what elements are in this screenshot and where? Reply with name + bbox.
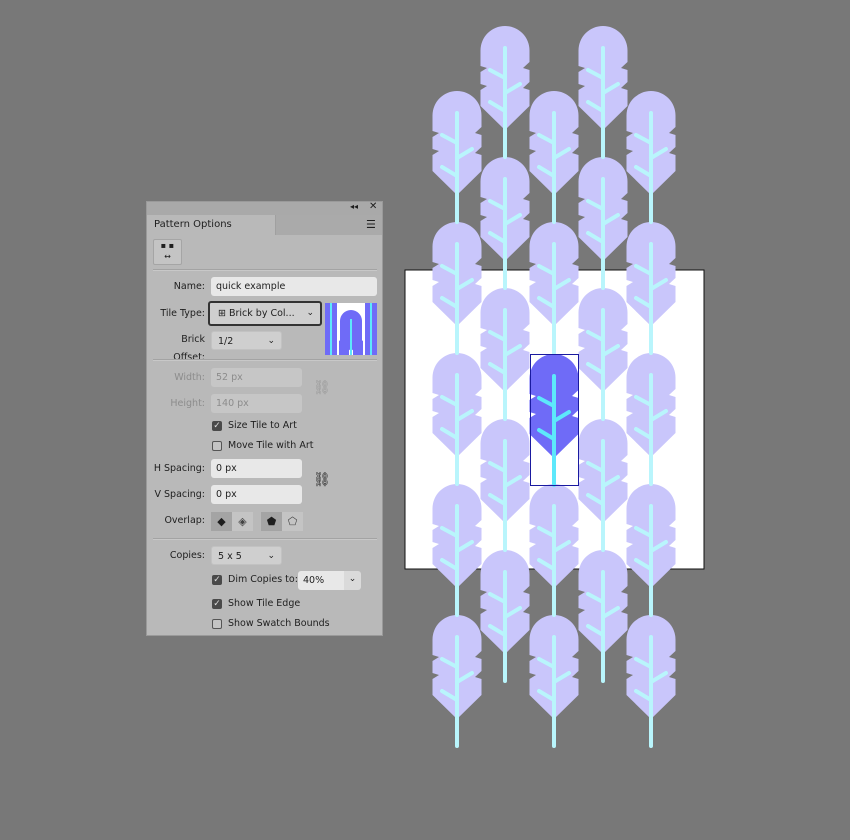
artboard-canvas[interactable] [0, 0, 850, 840]
feather [626, 615, 676, 748]
feather [432, 91, 482, 224]
feather [529, 91, 579, 224]
feather [529, 615, 579, 748]
feather [578, 550, 628, 683]
feather [578, 157, 628, 290]
feather [626, 484, 676, 617]
feather [626, 91, 676, 224]
feather [432, 484, 482, 617]
feather [480, 157, 530, 290]
feather [529, 484, 579, 617]
feather [432, 615, 482, 748]
feather [578, 26, 628, 159]
feather [480, 550, 530, 683]
feather [480, 26, 530, 159]
